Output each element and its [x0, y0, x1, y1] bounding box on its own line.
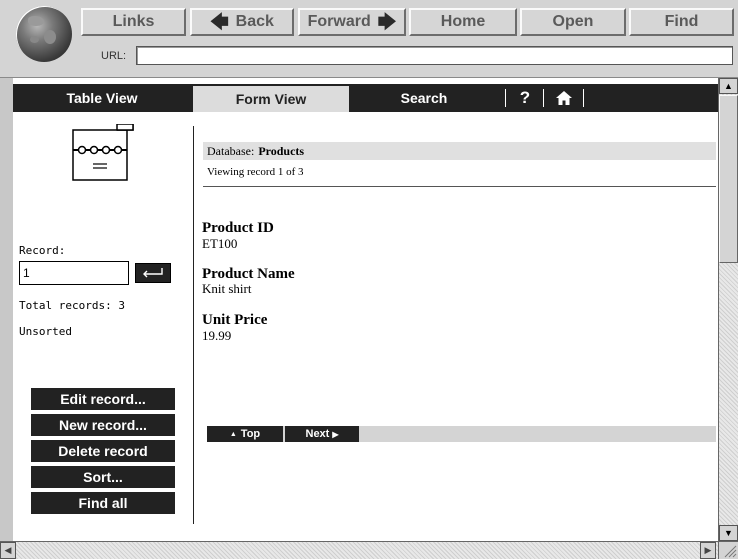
scroll-left-arrow-icon[interactable]: ◀ [0, 542, 16, 559]
field-label-product-id: Product ID [202, 220, 274, 236]
nav-divider [505, 89, 506, 107]
column-divider [193, 126, 194, 524]
app-nav-bar: Table View Form View Search ? [13, 84, 718, 112]
content-frame: Table View Form View Search ? Record: 1 … [13, 78, 718, 541]
help-icon[interactable]: ? [513, 84, 537, 112]
open-button[interactable]: Open [520, 8, 626, 36]
horizontal-scrollbar[interactable]: ◀ ▶ [0, 541, 738, 559]
top-link[interactable]: ▲ Top [207, 426, 283, 442]
nav-divider [543, 89, 544, 107]
left-arrow-icon: 🡄 [210, 12, 229, 32]
resize-grip-lines [724, 545, 737, 558]
find-button-label: Find [664, 13, 699, 30]
next-link-label: Next [305, 428, 330, 440]
links-button-label: Links [112, 13, 155, 30]
help-label: ? [519, 88, 531, 107]
top-link-label: Top [240, 428, 261, 440]
tab-table-view[interactable]: Table View [13, 84, 191, 112]
sort-button[interactable]: Sort... [31, 466, 175, 488]
vertical-scroll-thumb[interactable] [719, 95, 738, 263]
home-button-label: Home [440, 13, 486, 30]
edit-record-button[interactable]: Edit record... [31, 388, 175, 410]
home-icon[interactable] [551, 84, 577, 112]
find-all-button[interactable]: Find all [31, 492, 175, 514]
browser-toolbar: Links 🡄 Back Forward 🡆 Home Open Find UR… [0, 0, 738, 78]
database-label: Database: [207, 144, 255, 158]
field-value-unit-price: 19.99 [202, 328, 232, 343]
record-number-input[interactable] [19, 261, 129, 285]
find-button[interactable]: Find [629, 8, 734, 36]
tab-form-view[interactable]: Form View [193, 86, 349, 112]
tab-search[interactable]: Search [359, 84, 489, 112]
viewing-record-text: Viewing record 1 of 3 [207, 166, 304, 178]
back-button-label: Back [235, 13, 274, 30]
forward-button-label: Forward [307, 13, 371, 30]
nav-divider [583, 89, 584, 107]
right-triangle-icon: ▶ [332, 429, 339, 439]
next-link[interactable]: Next ▶ [285, 426, 359, 442]
go-to-record-button[interactable] [135, 263, 171, 283]
back-button[interactable]: 🡄 Back [190, 8, 294, 36]
home-icon-svg [556, 91, 572, 105]
scroll-up-arrow-icon[interactable]: ▲ [719, 78, 738, 94]
return-arrow-icon [143, 268, 163, 278]
url-label: URL: [101, 50, 127, 62]
resize-grip-icon[interactable] [718, 541, 738, 559]
url-input[interactable] [136, 46, 733, 65]
scroll-right-arrow-icon[interactable]: ▶ [700, 542, 716, 559]
tab-label: Search [400, 90, 448, 106]
links-button[interactable]: Links [81, 8, 186, 36]
total-records-text: Total records: 3 [19, 299, 125, 312]
up-triangle-icon: ▲ [229, 430, 237, 438]
database-file-icon [72, 124, 134, 181]
home-button[interactable]: Home [409, 8, 517, 36]
open-button-label: Open [552, 13, 594, 30]
tab-label: Table View [66, 90, 138, 106]
forward-button[interactable]: Forward 🡆 [298, 8, 406, 36]
record-label: Record: [19, 244, 66, 257]
header-rule [203, 186, 716, 187]
database-name: Products [258, 144, 305, 158]
globe-logo-icon[interactable] [16, 6, 72, 62]
record-sidebar: Record: Total records: 3 Unsorted Edit r… [13, 112, 191, 541]
field-value-product-name: Knit shirt [202, 281, 252, 296]
field-value-product-id: ET100 [202, 236, 238, 251]
record-pager: ▲ Top Next ▶ [207, 426, 716, 442]
field-label-unit-price: Unit Price [202, 312, 268, 328]
scroll-down-arrow-icon[interactable]: ▼ [719, 525, 738, 541]
sort-status-text: Unsorted [19, 325, 72, 338]
tab-label: Form View [235, 91, 307, 107]
database-header: Database: Products [203, 142, 716, 160]
right-arrow-icon: 🡆 [377, 12, 397, 32]
vertical-scrollbar[interactable]: ▲ ▼ [718, 78, 738, 541]
delete-record-button[interactable]: Delete record [31, 440, 175, 462]
new-record-button[interactable]: New record... [31, 414, 175, 436]
